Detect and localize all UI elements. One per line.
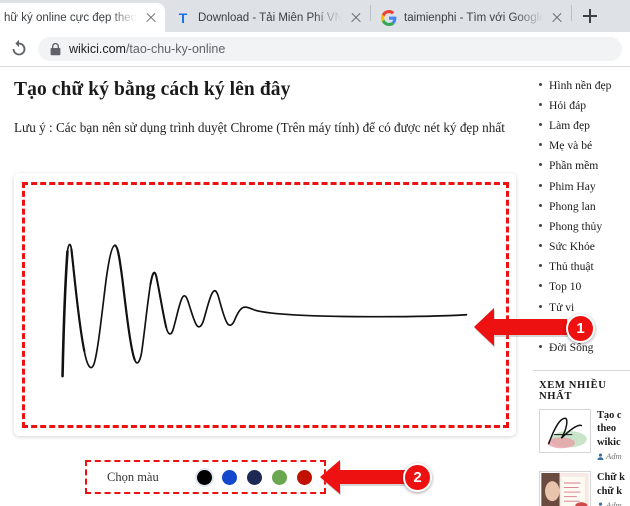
sidebar-item-hoi-dap[interactable]: Hỏi đáp bbox=[533, 95, 630, 115]
tab-divider bbox=[571, 5, 572, 21]
popular-line-2: theo bbox=[597, 423, 617, 435]
browser-toolbar: wikici.com/tao-chu-ky-online bbox=[0, 32, 630, 67]
color-swatch-red[interactable] bbox=[296, 469, 312, 485]
close-icon[interactable] bbox=[550, 11, 564, 25]
address-bar[interactable]: wikici.com/tao-chu-ky-online bbox=[38, 37, 622, 61]
sidebar-item-phan-mem[interactable]: Phần mềm bbox=[533, 156, 630, 176]
lock-icon bbox=[50, 42, 61, 55]
page-title: Tạo chữ ký bằng cách ký lên đây bbox=[14, 79, 291, 100]
sidebar-item-lam-dep[interactable]: Làm đẹp bbox=[533, 115, 630, 135]
popular-line-3: wikic bbox=[597, 437, 621, 449]
sidebar-item-thu-thuat[interactable]: Thủ thuật bbox=[533, 257, 630, 277]
popular-line-2: chữ k bbox=[597, 485, 623, 497]
list-item-text: Chữ k chữ k Adm bbox=[597, 471, 625, 506]
tab-title: Download - Tải Miễn Phí VN - Ph bbox=[198, 11, 342, 24]
sidebar-item-hinh-nen-dep[interactable]: Hình nền đẹp bbox=[533, 75, 630, 95]
browser-tab-1[interactable]: hữ ký online cực đẹp theo t bbox=[0, 3, 165, 32]
sidebar-item-label: Top 10 bbox=[549, 280, 582, 294]
color-swatch-black[interactable] bbox=[196, 469, 212, 485]
handwritten-signature bbox=[61, 243, 468, 378]
tab-title: hữ ký online cực đẹp theo t bbox=[4, 11, 137, 24]
sidebar-item-label: Phần mềm bbox=[549, 159, 599, 173]
sidebar-item-label: Phim Hay bbox=[549, 179, 596, 193]
color-swatch-blue[interactable] bbox=[221, 469, 237, 485]
sidebar-item-label: Mẹ và bé bbox=[549, 139, 593, 153]
sidebar-item-label: Phong lan bbox=[549, 199, 596, 213]
color-picker-row: Chọn màu bbox=[85, 460, 326, 494]
sidebar-item-label: Sức Khỏe bbox=[549, 240, 595, 254]
bullet-icon bbox=[539, 102, 542, 106]
author-name: Adm bbox=[606, 450, 622, 461]
page-viewport: Tạo chữ ký bằng cách ký lên đây Lưu ý : … bbox=[0, 67, 630, 506]
close-icon[interactable] bbox=[144, 11, 158, 25]
tab-title: taimienphi - Tìm với Google bbox=[404, 11, 543, 24]
sidebar-item-label: Làm đẹp bbox=[549, 118, 590, 132]
bullet-icon bbox=[539, 183, 542, 187]
sidebar-item-me-va-be[interactable]: Mẹ và bé bbox=[533, 136, 630, 156]
svg-text:T: T bbox=[179, 10, 188, 26]
popular-line-1: Tạo c bbox=[597, 409, 622, 421]
popular-line-1: Chữ k bbox=[597, 472, 625, 484]
sidebar-item-phim-hay[interactable]: Phim Hay bbox=[533, 176, 630, 196]
signature-thumbnail bbox=[539, 408, 591, 453]
list-item[interactable]: Chữ k chữ k Adm bbox=[539, 471, 630, 506]
annotation-badge-2: 2 bbox=[403, 463, 432, 492]
bullet-icon bbox=[539, 284, 542, 288]
bullet-icon bbox=[539, 264, 542, 268]
signature-card bbox=[14, 173, 516, 436]
main-content: Tạo chữ ký bằng cách ký lên đây Lưu ý : … bbox=[0, 67, 533, 506]
annotation-badge-1: 1 bbox=[566, 314, 595, 343]
bullet-icon bbox=[539, 143, 542, 147]
user-icon bbox=[597, 453, 604, 460]
sidebar-item-suc-khoe[interactable]: Sức Khỏe bbox=[533, 237, 630, 257]
list-item[interactable]: Tạo c theo wikic Adm bbox=[539, 408, 630, 463]
google-g-icon bbox=[381, 9, 397, 26]
bullet-icon bbox=[539, 122, 542, 126]
popular-section: XEM NHIỀU NHẤT Tạo c theo wikic Adm Chữ … bbox=[533, 369, 630, 506]
tab-strip: hữ ký online cực đẹp theo t T Download -… bbox=[0, 0, 630, 32]
usage-note: Lưu ý : Các bạn nên sử dụng trình duyệt … bbox=[14, 120, 505, 135]
user-icon bbox=[598, 502, 603, 506]
color-swatch-navy[interactable] bbox=[246, 469, 262, 485]
bullet-icon bbox=[539, 163, 542, 167]
color-picker-label: Chọn màu bbox=[107, 469, 159, 484]
sidebar-item-label: Thủ thuật bbox=[549, 260, 594, 274]
sidebar-item-phong-lan[interactable]: Phong lan bbox=[533, 196, 630, 216]
bullet-icon bbox=[539, 82, 542, 86]
color-swatch-green[interactable] bbox=[271, 469, 287, 485]
popular-section-title: XEM NHIỀU NHẤT bbox=[539, 379, 607, 402]
bullet-icon bbox=[539, 203, 542, 207]
bullet-icon bbox=[539, 244, 542, 248]
browser-tab-3[interactable]: taimienphi - Tìm với Google bbox=[371, 3, 571, 32]
sidebar-item-label: Hỏi đáp bbox=[549, 98, 587, 112]
sidebar-item-label: Hình nền đẹp bbox=[549, 78, 612, 92]
handwriting-photo-thumbnail bbox=[539, 471, 591, 506]
url-text: wikici.com/tao-chu-ky-online bbox=[69, 42, 225, 56]
sidebar-item-top-10[interactable]: Top 10 bbox=[533, 277, 630, 297]
sidebar-item-phong-thuy[interactable]: Phong thủy bbox=[533, 216, 630, 236]
sidebar-item-label: Phong thủy bbox=[549, 219, 603, 233]
signature-canvas[interactable] bbox=[22, 182, 509, 428]
author-name: Adm bbox=[606, 499, 622, 506]
browser-tab-2[interactable]: T Download - Tải Miễn Phí VN - Ph bbox=[165, 3, 370, 32]
url-host: wikici.com bbox=[69, 42, 126, 56]
sidebar: Hình nền đẹp Hỏi đáp Làm đẹp Mẹ và bé Ph… bbox=[533, 67, 630, 506]
author-meta: Adm bbox=[597, 500, 625, 506]
new-tab-button[interactable] bbox=[576, 2, 604, 30]
url-path: /tao-chu-ky-online bbox=[125, 42, 226, 56]
bullet-icon bbox=[539, 223, 542, 227]
close-icon[interactable] bbox=[349, 11, 363, 25]
list-item-text: Tạo c theo wikic Adm bbox=[597, 409, 622, 463]
author-meta: Adm bbox=[597, 451, 622, 462]
reload-icon[interactable] bbox=[8, 38, 30, 60]
taimienphi-t-icon: T bbox=[179, 10, 188, 26]
browser-window: hữ ký online cực đẹp theo t T Download -… bbox=[0, 0, 630, 506]
